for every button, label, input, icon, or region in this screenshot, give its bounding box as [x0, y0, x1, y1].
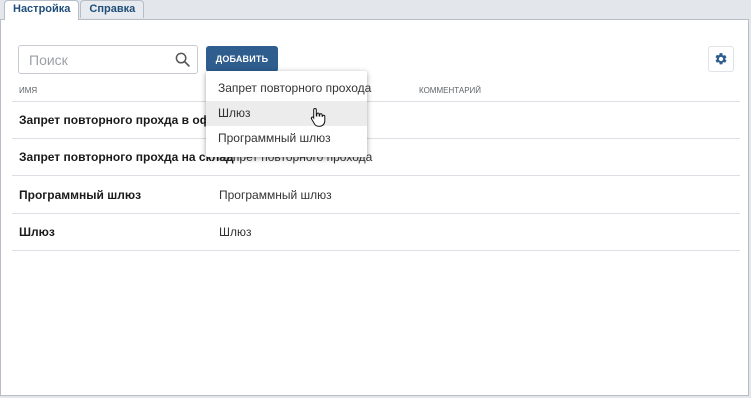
table-row[interactable]: Шлюз Шлюз: [12, 213, 740, 251]
table-header: ИМЯ КОММЕНТАРИЙ: [12, 81, 740, 102]
column-header-name[interactable]: ИМЯ: [19, 86, 37, 95]
row-name: Шлюз: [19, 225, 55, 239]
menu-item-software-gateway[interactable]: Программный шлюз: [206, 126, 367, 151]
table-row[interactable]: Запрет повторного прохда в офис: [12, 101, 740, 139]
column-header-comment[interactable]: КОММЕНТАРИЙ: [419, 86, 481, 95]
row-type: Программный шлюз: [219, 188, 332, 202]
search-input[interactable]: [19, 46, 169, 73]
table-row[interactable]: Запрет повторного прохда на склад Запрет…: [12, 138, 740, 176]
search-box: [18, 45, 198, 74]
row-type: Шлюз: [219, 225, 252, 239]
row-name: Запрет повторного прохда на склад: [19, 150, 234, 164]
tab-settings[interactable]: Настройка: [4, 0, 80, 20]
row-name: Программный шлюз: [19, 188, 142, 202]
settings-panel: ДОБАВИТЬ ИМЯ КОММЕНТАРИЙ Запрет повторно…: [0, 19, 749, 396]
hand-cursor-icon: [310, 107, 326, 127]
gear-icon: [715, 53, 727, 65]
settings-button[interactable]: [708, 46, 734, 72]
row-name: Запрет повторного прохда в офис: [19, 113, 225, 127]
tab-bar: Настройка Справка: [4, 0, 145, 20]
tab-help[interactable]: Справка: [80, 0, 145, 18]
search-icon[interactable]: [175, 52, 190, 67]
menu-item-gateway[interactable]: Шлюз: [206, 101, 367, 126]
add-dropdown-menu: Запрет повторного прохода Шлюз Программн…: [206, 71, 371, 157]
menu-item-repeat-pass-ban[interactable]: Запрет повторного прохода: [206, 76, 371, 101]
add-button[interactable]: ДОБАВИТЬ: [206, 46, 278, 72]
table-row[interactable]: Программный шлюз Программный шлюз: [12, 176, 740, 214]
